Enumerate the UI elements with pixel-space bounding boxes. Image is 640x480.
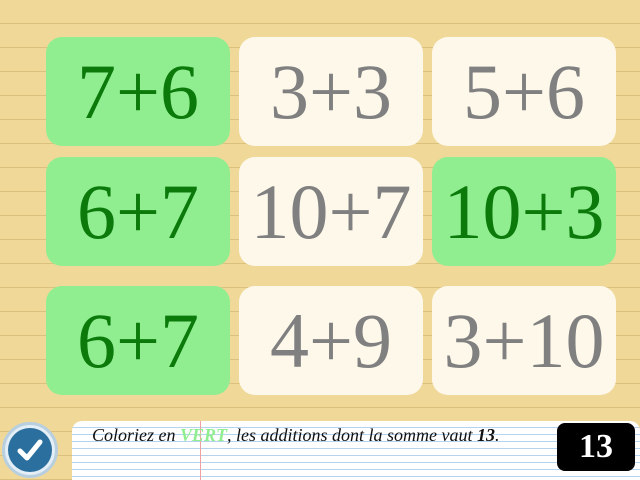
tile-grid: 7+6 3+3 5+6 6+7 10+7 10+3 6+7 4+9 3+10 [0, 0, 640, 420]
tile-3-3[interactable]: 3+10 [432, 286, 616, 395]
tile-label: 10+7 [250, 167, 412, 255]
instruction-prefix: Coloriez en [92, 425, 180, 445]
instruction-middle: , les additions dont la somme vaut [227, 425, 478, 445]
tile-label: 6+7 [77, 167, 199, 255]
tile-3-1[interactable]: 6+7 [46, 286, 230, 395]
tile-1-3[interactable]: 5+6 [432, 37, 616, 146]
check-button-face [8, 428, 52, 472]
tile-label: 3+3 [270, 47, 392, 135]
instruction-text: Coloriez en VERT, les additions dont la … [92, 425, 562, 446]
tile-label: 10+3 [443, 167, 605, 255]
tile-label: 4+9 [270, 296, 392, 384]
tile-1-2[interactable]: 3+3 [239, 37, 423, 146]
tile-label: 5+6 [463, 47, 585, 135]
instruction-target: 13 [477, 425, 496, 445]
tile-2-3[interactable]: 10+3 [432, 157, 616, 266]
tile-3-2[interactable]: 4+9 [239, 286, 423, 395]
check-button[interactable] [2, 422, 58, 478]
checkmark-icon [17, 439, 43, 461]
tile-label: 6+7 [77, 296, 199, 384]
target-sum-display: 13 [557, 423, 635, 471]
instruction-suffix: . [495, 425, 500, 445]
instruction-color-word: VERT [180, 425, 228, 445]
tile-1-1[interactable]: 7+6 [46, 37, 230, 146]
tile-label: 3+10 [443, 296, 605, 384]
instruction-notepad: Coloriez en VERT, les additions dont la … [72, 421, 640, 480]
tile-2-1[interactable]: 6+7 [46, 157, 230, 266]
tile-label: 7+6 [77, 47, 199, 135]
tile-2-2[interactable]: 10+7 [239, 157, 423, 266]
